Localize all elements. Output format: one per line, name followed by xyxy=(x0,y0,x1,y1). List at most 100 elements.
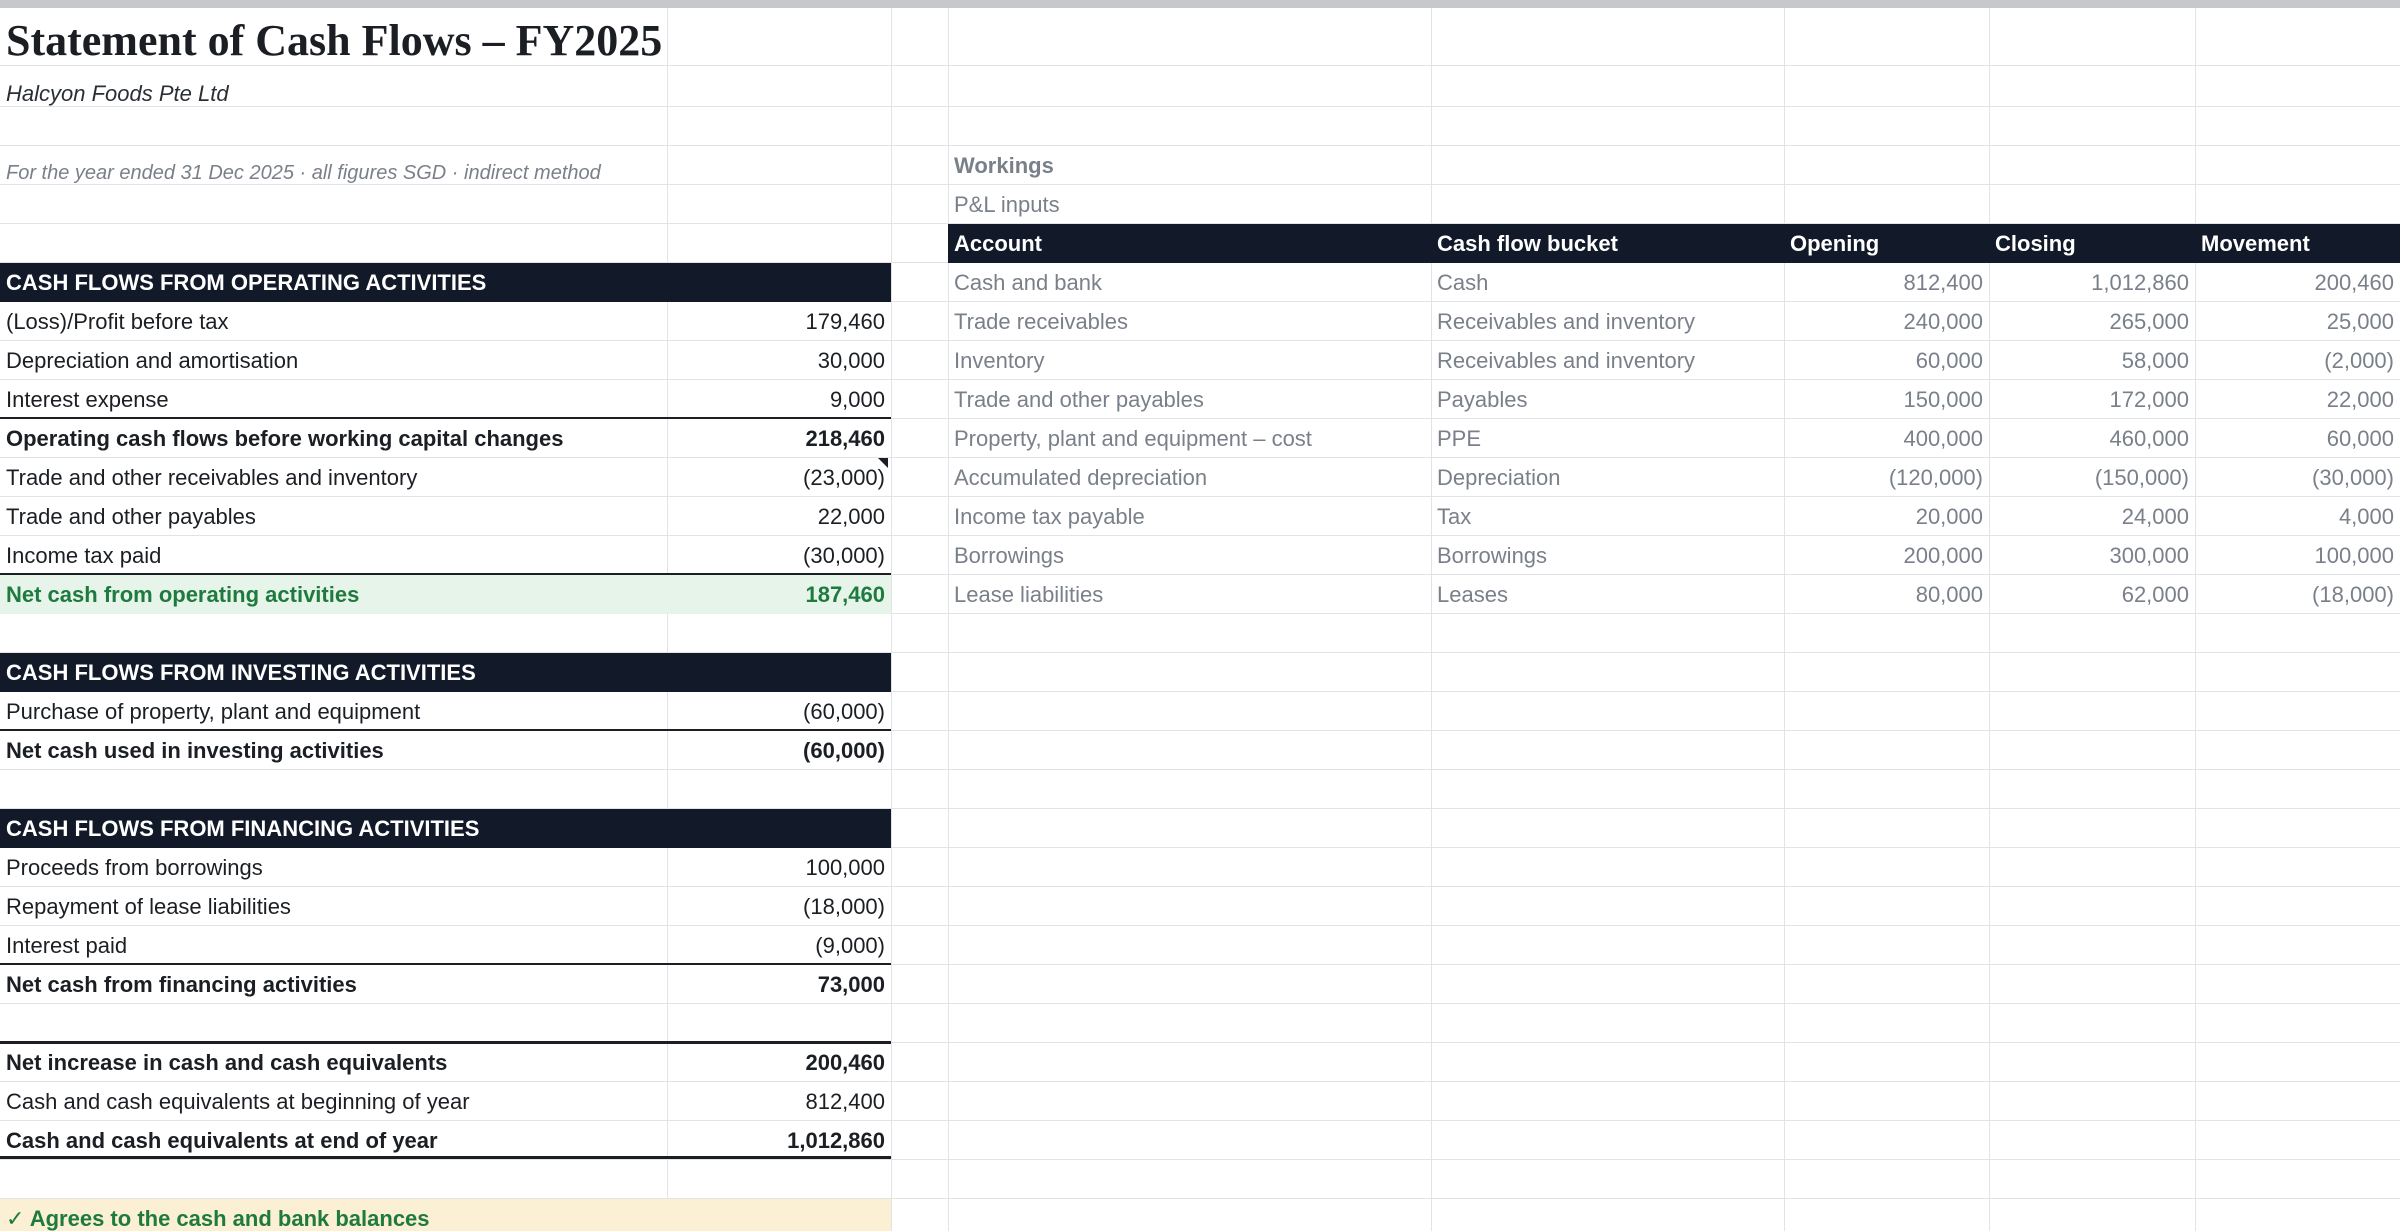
workings-opening[interactable]: 400,000 xyxy=(1784,419,1989,458)
workings-movement[interactable]: 4,000 xyxy=(2195,497,2400,536)
workings-movement[interactable]: 25,000 xyxy=(2195,302,2400,341)
gridline xyxy=(0,106,2400,107)
workings-opening[interactable]: 812,400 xyxy=(1784,263,1989,302)
line-item-value[interactable]: 22,000 xyxy=(667,497,891,536)
investing-section-header[interactable]: CASH FLOWS FROM INVESTING ACTIVITIES xyxy=(0,653,891,692)
workings-account[interactable]: Trade and other payables xyxy=(948,380,1431,419)
workings-opening[interactable]: 80,000 xyxy=(1784,575,1989,614)
workings-col-closing[interactable]: Closing xyxy=(1989,224,2195,263)
workings-account[interactable]: Income tax payable xyxy=(948,497,1431,536)
workings-closing[interactable]: (150,000) xyxy=(1989,458,2195,497)
workings-bucket[interactable]: Borrowings xyxy=(1431,536,1784,575)
workings-account[interactable]: Trade receivables xyxy=(948,302,1431,341)
line-item-value[interactable]: 179,460 xyxy=(667,302,891,341)
line-item-value[interactable]: (18,000) xyxy=(667,887,891,926)
net-operating-label[interactable]: Net cash from operating activities xyxy=(0,575,667,614)
line-item-label[interactable]: Purchase of property, plant and equipmen… xyxy=(0,692,667,731)
subtotal-value[interactable]: 218,460 xyxy=(667,419,891,458)
workings-account[interactable]: Cash and bank xyxy=(948,263,1431,302)
workings-opening[interactable]: 60,000 xyxy=(1784,341,1989,380)
line-item-value[interactable]: 30,000 xyxy=(667,341,891,380)
workings-col-movement[interactable]: Movement xyxy=(2195,224,2400,263)
workings-movement[interactable]: (30,000) xyxy=(2195,458,2400,497)
line-item-value[interactable]: 9,000 xyxy=(667,380,891,419)
statement-title[interactable]: Statement of Cash Flows – FY2025 xyxy=(6,12,662,68)
workings-col-opening[interactable]: Opening xyxy=(1784,224,1989,263)
workings-closing[interactable]: 1,012,860 xyxy=(1989,263,2195,302)
workings-opening[interactable]: (120,000) xyxy=(1784,458,1989,497)
opening-cash-label[interactable]: Cash and cash equivalents at beginning o… xyxy=(0,1082,667,1121)
workings-closing[interactable]: 24,000 xyxy=(1989,497,2195,536)
statement-basis-note[interactable]: For the year ended 31 Dec 2025 · all fig… xyxy=(6,154,601,193)
line-item-value[interactable]: (30,000) xyxy=(667,536,891,575)
workings-opening[interactable]: 200,000 xyxy=(1784,536,1989,575)
line-item-label[interactable]: Proceeds from borrowings xyxy=(0,848,667,887)
workings-bucket[interactable]: Payables xyxy=(1431,380,1784,419)
workings-bucket[interactable]: PPE xyxy=(1431,419,1784,458)
workings-closing[interactable]: 58,000 xyxy=(1989,341,2195,380)
net-investing-label[interactable]: Net cash used in investing activities xyxy=(0,731,667,770)
workings-movement[interactable]: 22,000 xyxy=(2195,380,2400,419)
closing-cash-label[interactable]: Cash and cash equivalents at end of year xyxy=(0,1121,667,1160)
line-item-label[interactable]: (Loss)/Profit before tax xyxy=(0,302,667,341)
workings-subtitle[interactable]: P&L inputs xyxy=(948,185,1431,224)
workings-account[interactable]: Lease liabilities xyxy=(948,575,1431,614)
subtotal-label[interactable]: Operating cash flows before working capi… xyxy=(0,419,667,458)
net-increase-value[interactable]: 200,460 xyxy=(667,1043,891,1082)
line-item-label[interactable]: Trade and other receivables and inventor… xyxy=(0,458,667,497)
workings-movement[interactable]: (2,000) xyxy=(2195,341,2400,380)
double-underline-rule xyxy=(0,1156,891,1159)
line-item-value[interactable]: 100,000 xyxy=(667,848,891,887)
spreadsheet-grid[interactable]: Statement of Cash Flows – FY2025 Halcyon… xyxy=(0,8,2400,1231)
line-item-label[interactable]: Depreciation and amortisation xyxy=(0,341,667,380)
line-item-label[interactable]: Interest paid xyxy=(0,926,667,965)
line-item-label[interactable]: Trade and other payables xyxy=(0,497,667,536)
workings-account[interactable]: Borrowings xyxy=(948,536,1431,575)
workings-movement[interactable]: 200,460 xyxy=(2195,263,2400,302)
line-item-value[interactable]: (9,000) xyxy=(667,926,891,965)
line-item-label[interactable]: Interest expense xyxy=(0,380,667,419)
workings-closing[interactable]: 460,000 xyxy=(1989,419,2195,458)
net-financing-label[interactable]: Net cash from financing activities xyxy=(0,965,667,1004)
net-increase-label[interactable]: Net increase in cash and cash equivalent… xyxy=(0,1043,667,1082)
workings-closing[interactable]: 265,000 xyxy=(1989,302,2195,341)
gridline xyxy=(891,8,892,1231)
line-item-label[interactable]: Income tax paid xyxy=(0,536,667,575)
net-investing-value[interactable]: (60,000) xyxy=(667,731,891,770)
workings-account[interactable]: Inventory xyxy=(948,341,1431,380)
operating-section-header[interactable]: CASH FLOWS FROM OPERATING ACTIVITIES xyxy=(0,263,891,302)
closing-cash-value[interactable]: 1,012,860 xyxy=(667,1121,891,1160)
workings-opening[interactable]: 150,000 xyxy=(1784,380,1989,419)
workings-closing[interactable]: 300,000 xyxy=(1989,536,2195,575)
gridline xyxy=(1989,8,1990,1231)
workings-col-bucket[interactable]: Cash flow bucket xyxy=(1431,224,1784,263)
workings-opening[interactable]: 240,000 xyxy=(1784,302,1989,341)
line-item-value[interactable]: (60,000) xyxy=(667,692,891,731)
workings-closing[interactable]: 172,000 xyxy=(1989,380,2195,419)
workings-col-account[interactable]: Account xyxy=(948,224,1431,263)
workings-bucket[interactable]: Cash xyxy=(1431,263,1784,302)
workings-closing[interactable]: 62,000 xyxy=(1989,575,2195,614)
line-item-label[interactable]: Repayment of lease liabilities xyxy=(0,887,667,926)
workings-bucket[interactable]: Receivables and inventory xyxy=(1431,302,1784,341)
financing-section-header[interactable]: CASH FLOWS FROM FINANCING ACTIVITIES xyxy=(0,809,891,848)
workings-movement[interactable]: (18,000) xyxy=(2195,575,2400,614)
workings-movement[interactable]: 60,000 xyxy=(2195,419,2400,458)
workings-opening[interactable]: 20,000 xyxy=(1784,497,1989,536)
line-item-value[interactable]: (23,000) xyxy=(667,458,891,497)
workings-movement[interactable]: 100,000 xyxy=(2195,536,2400,575)
workings-bucket[interactable]: Depreciation xyxy=(1431,458,1784,497)
net-operating-value[interactable]: 187,460 xyxy=(667,575,891,614)
opening-cash-value[interactable]: 812,400 xyxy=(667,1082,891,1121)
workings-bucket[interactable]: Receivables and inventory xyxy=(1431,341,1784,380)
workings-account[interactable]: Accumulated depreciation xyxy=(948,458,1431,497)
workings-account[interactable]: Property, plant and equipment – cost xyxy=(948,419,1431,458)
comment-indicator-icon[interactable] xyxy=(878,458,888,468)
reconciliation-check[interactable]: ✓ Agrees to the cash and bank balances xyxy=(0,1199,891,1231)
company-name[interactable]: Halcyon Foods Pte Ltd xyxy=(6,76,229,112)
workings-bucket[interactable]: Leases xyxy=(1431,575,1784,614)
workings-bucket[interactable]: Tax xyxy=(1431,497,1784,536)
workings-title[interactable]: Workings xyxy=(948,146,1431,185)
net-financing-value[interactable]: 73,000 xyxy=(667,965,891,1004)
gridline xyxy=(1784,8,1785,1231)
